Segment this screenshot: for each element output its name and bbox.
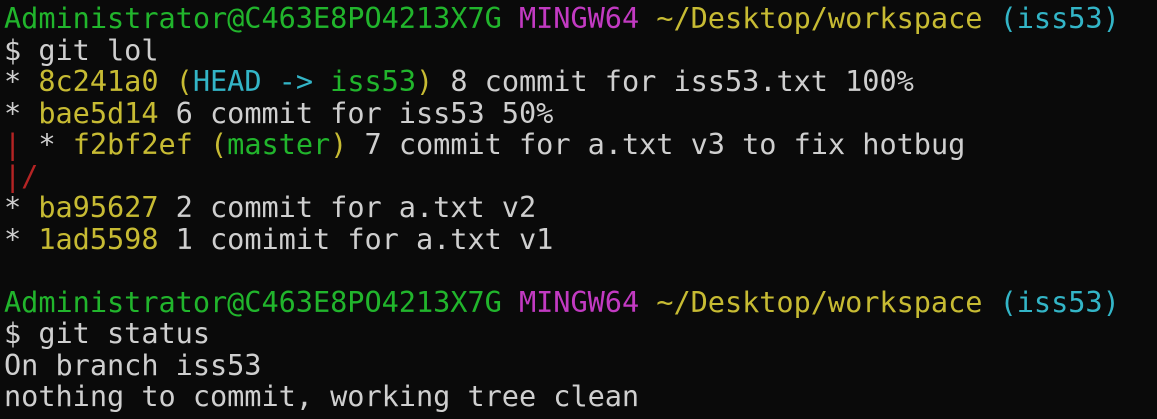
terminal-text-segment: 1 comimit for a.txt v1 [158,221,554,256]
terminal-text-segment: 7 commit for a.txt v3 to fix hotbug [347,127,966,161]
terminal-line: * 1ad5598 1 comimit for a.txt v1 [4,221,1157,256]
terminal-text-segment: master [227,127,331,161]
terminal-line: | * f2bf2ef (master) 7 commit for a.txt … [4,127,1157,161]
terminal-text-segment: MINGW64 [518,284,657,319]
terminal-text-segment: | [4,127,39,161]
terminal-text-segment: $ git status [4,316,210,350]
terminal-text-segment: On branch iss53 [4,347,262,382]
terminal-text-segment: bae5d14 [38,95,159,130]
terminal-window[interactable]: Administrator@C463E8PO4213X7G MINGW64 ~/… [0,0,1157,419]
terminal-text-segment: * [4,190,39,224]
terminal-text-segment: Administrator@C463E8PO4213X7G [4,1,519,35]
terminal-line: $ git lol [4,32,1157,67]
terminal-text-segment: iss53 [330,64,416,98]
terminal-text-segment: ) [330,127,348,161]
terminal-text-segment: 1ad5598 [38,221,159,256]
terminal-text-segment: ba95627 [38,190,159,224]
terminal-line: Administrator@C463E8PO4213X7G MINGW64 ~/… [4,284,1157,319]
terminal-text-segment: nothing to commit, working tree clean [4,379,640,413]
terminal-text-segment: 8c241a0 ( [38,64,193,98]
terminal-text-segment: 6 commit for iss53 50% [158,95,554,130]
terminal-line: * ba95627 2 commit for a.txt v2 [4,190,1157,224]
terminal-line: Administrator@C463E8PO4213X7G MINGW64 ~/… [4,1,1157,35]
terminal-text-segment: $ git lol [4,32,159,67]
terminal-text-segment: ~/Desktop/workspace [656,284,1000,319]
terminal-text-segment: MINGW64 [518,1,657,35]
terminal-text-segment: * [4,95,39,130]
terminal-text-segment: (iss53) [999,284,1120,319]
terminal-text-segment: * [4,221,39,256]
terminal-line: On branch iss53 [4,347,1157,382]
terminal-text-segment: f2bf2ef ( [72,127,228,161]
terminal-text-segment: * [4,64,39,98]
terminal-text-segment: 2 commit for a.txt v2 [158,190,537,224]
terminal-text-segment: ) [415,64,434,98]
terminal-line: * bae5d14 6 commit for iss53 50% [4,95,1157,130]
terminal-line: $ git status [4,316,1157,350]
terminal-text-segment: HEAD -> [192,64,331,98]
terminal-text-segment: * [38,127,73,161]
terminal-line: |/ [4,158,1157,193]
terminal-text-segment: (iss53) [999,1,1120,35]
terminal-line: * 8c241a0 (HEAD -> iss53) 8 commit for i… [4,64,1157,98]
terminal-text-segment: ~/Desktop/workspace [656,1,1000,35]
terminal-line: nothing to commit, working tree clean [4,379,1157,413]
terminal-text-segment: |/ [4,158,39,193]
terminal-text-segment: Administrator@C463E8PO4213X7G [4,284,519,319]
terminal-text-segment: 8 commit for iss53.txt 100% [433,64,914,98]
